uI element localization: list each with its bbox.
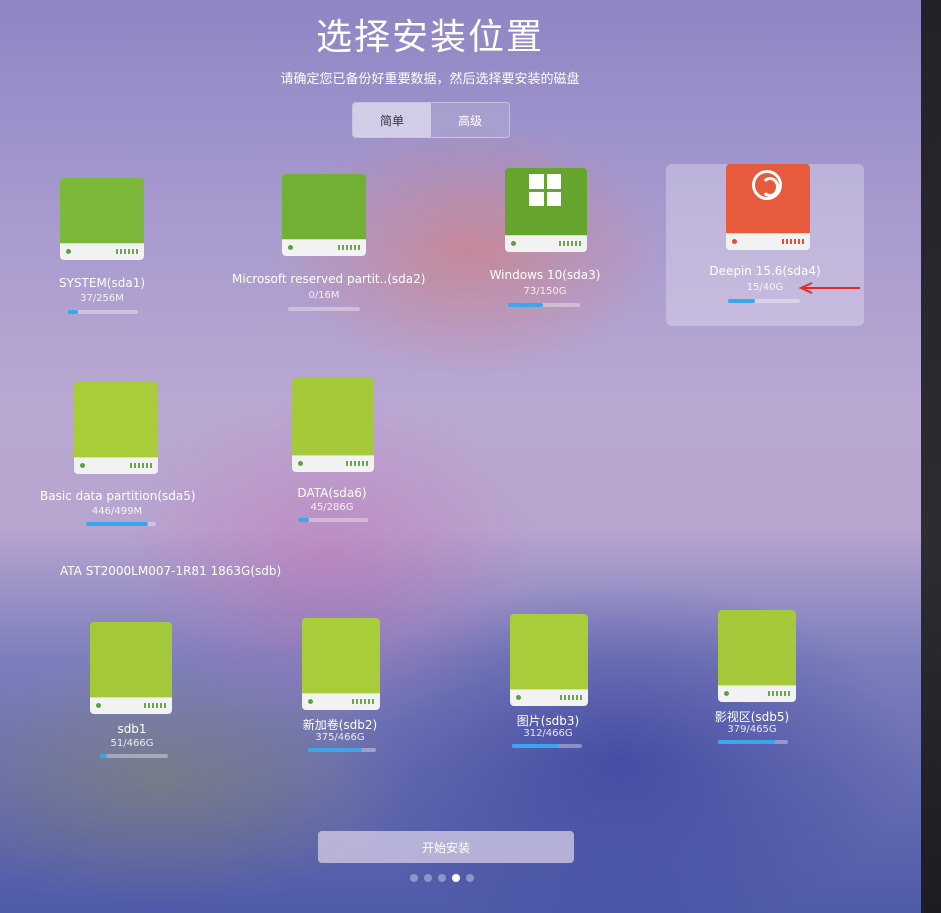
usage-bar	[508, 303, 580, 307]
usage-bar	[86, 522, 156, 526]
page-indicator	[410, 874, 474, 882]
usage-bar-fill	[298, 518, 310, 522]
partition-name: Microsoft reserved partit..(sda2)	[232, 272, 426, 286]
partition-name: DATA(sda6)	[297, 486, 367, 500]
page-dot-active[interactable]	[452, 874, 460, 882]
hard-drive-icon	[302, 618, 380, 710]
hard-drive-icon	[60, 178, 144, 260]
hard-drive-icon	[74, 382, 158, 474]
partition-name: Deepin 15.6(sda4)	[709, 264, 821, 278]
partition-usage: 446/499M	[91, 506, 143, 517]
hard-drive-icon	[505, 168, 587, 252]
usage-bar-fill	[512, 744, 559, 748]
usage-bar	[288, 307, 360, 311]
hard-drive-icon	[510, 614, 588, 706]
partition-name: Basic data partition(sda5)	[40, 489, 196, 503]
partition-name: Windows 10(sda3)	[489, 268, 601, 282]
hard-drive-icon	[282, 174, 366, 256]
partition-name: 图片(sdb3)	[516, 714, 580, 728]
usage-bar	[68, 310, 138, 314]
device-label-sdb: ATA ST2000LM007-1R81 1863G(sdb)	[60, 564, 282, 578]
usage-bar-fill	[100, 754, 108, 758]
partition-sdb2[interactable]: 新加卷(sdb2) 375/466G	[284, 612, 396, 760]
page-dot[interactable]	[466, 874, 474, 882]
partition-sdb1[interactable]: sdb1 51/466G	[76, 614, 188, 764]
windows-logo-icon	[529, 174, 561, 206]
partition-sda2[interactable]: Microsoft reserved partit..(sda2) 0/16M	[232, 166, 426, 322]
hard-drive-icon	[726, 164, 810, 250]
partition-sdb5[interactable]: 影视区(sdb5) 379/465G	[696, 604, 808, 750]
partition-sda1[interactable]: SYSTEM(sda1) 37/256M	[48, 168, 212, 324]
hard-drive-icon	[292, 378, 374, 472]
hard-drive-icon	[90, 622, 172, 714]
page-dot[interactable]	[438, 874, 446, 882]
page-title: 选择安装位置	[315, 17, 544, 58]
partition-usage: 312/466G	[523, 728, 573, 739]
partition-name: sdb1	[117, 722, 147, 736]
mode-switch: 简单 高级	[352, 102, 510, 138]
usage-bar	[718, 740, 788, 744]
partition-sda3[interactable]: Windows 10(sda3) 73/150G	[470, 162, 620, 318]
partition-sda4[interactable]: Deepin 15.6(sda4) 15/40G	[666, 164, 864, 326]
partition-usage: 45/286G	[310, 502, 354, 513]
page-dot[interactable]	[410, 874, 418, 882]
usage-bar-fill	[308, 748, 363, 752]
hard-drive-icon	[718, 610, 796, 702]
screen-bezel	[921, 0, 941, 913]
partition-usage: 73/150G	[523, 286, 567, 297]
usage-bar	[512, 744, 582, 748]
tab-simple[interactable]: 简单	[353, 103, 431, 137]
usage-bar-fill	[728, 299, 756, 303]
deepin-logo-icon	[752, 170, 782, 200]
partition-name: SYSTEM(sda1)	[58, 276, 146, 290]
partition-sdb3[interactable]: 图片(sdb3) 312/466G	[492, 608, 604, 754]
usage-bar	[100, 754, 168, 758]
usage-bar-fill	[68, 310, 78, 314]
usage-bar-fill	[508, 303, 544, 307]
usage-bar	[298, 518, 368, 522]
usage-bar	[308, 748, 376, 752]
red-arrow-annotation	[798, 282, 860, 294]
partition-name: 影视区(sdb5)	[714, 710, 790, 724]
partition-usage: 0/16M	[308, 290, 340, 301]
partition-usage: 37/256M	[80, 293, 124, 304]
partition-usage: 379/465G	[727, 724, 777, 735]
partition-sda6[interactable]: DATA(sda6) 45/286G	[276, 372, 388, 530]
tab-advanced[interactable]: 高级	[431, 103, 509, 137]
partition-usage: 51/466G	[110, 738, 154, 749]
start-install-button[interactable]: 开始安装	[318, 831, 574, 863]
page-subtitle: 请确定您已备份好重要数据，然后选择要安装的磁盘	[280, 72, 580, 87]
partition-name: 新加卷(sdb2)	[302, 718, 378, 732]
usage-bar-fill	[718, 740, 776, 744]
usage-bar-fill	[86, 522, 149, 526]
partition-usage: 375/466G	[315, 732, 365, 743]
usage-bar	[728, 299, 800, 303]
page-dot[interactable]	[424, 874, 432, 882]
partition-sda5[interactable]: Basic data partition(sda5) 446/499M	[40, 374, 196, 534]
